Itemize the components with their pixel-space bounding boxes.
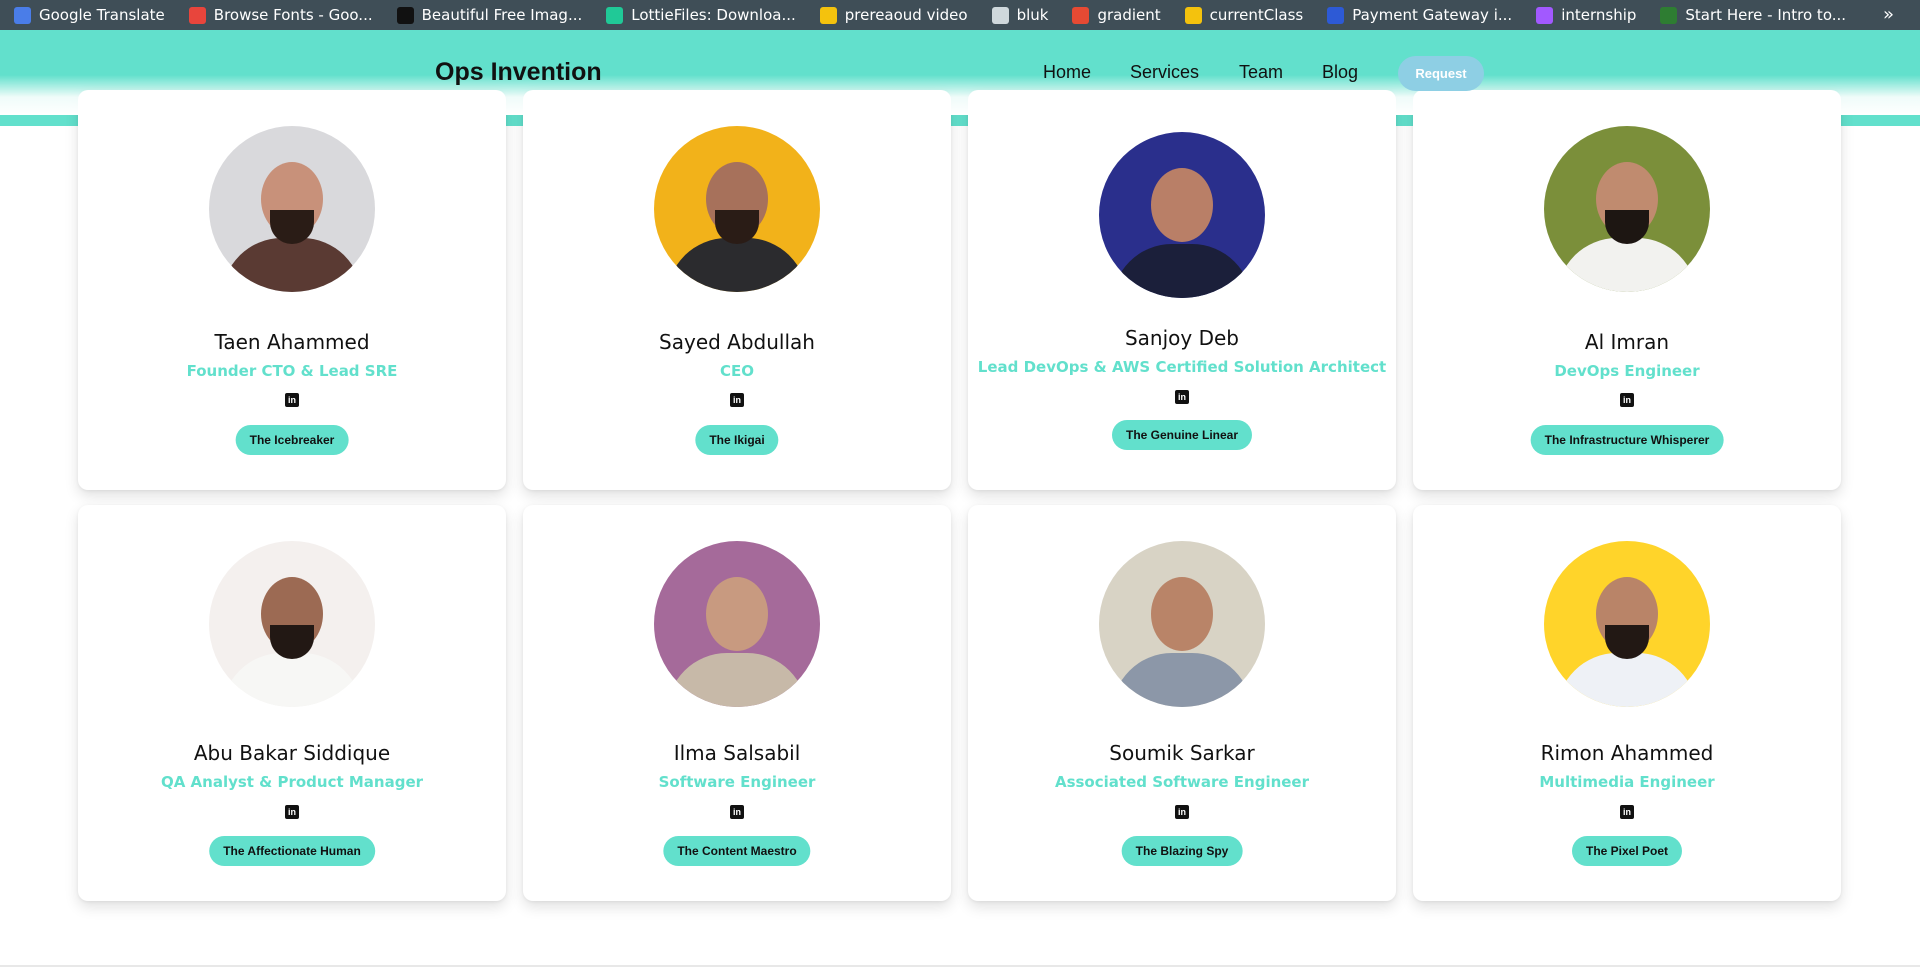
member-tag: The Pixel Poet <box>1571 836 1683 866</box>
bookmark-label: Payment Gateway i... <box>1352 6 1513 24</box>
bookmark-label: currentClass <box>1209 6 1304 24</box>
bookmark-label: LottieFiles: Downloa... <box>631 6 796 24</box>
team-card: Ilma Salsabil Software Engineer in The Cont… <box>523 505 951 901</box>
bookmark-label: Google Translate <box>39 6 165 24</box>
bookmark-label: Browse Fonts - Goo... <box>213 6 373 24</box>
member-name: Ilma Salsabil <box>673 741 801 765</box>
team-card: Taen Ahammed Founder CTO & Lead SRE in The … <box>78 90 506 490</box>
fonts-icon <box>188 6 206 24</box>
member-role: DevOps Engineer <box>1554 362 1700 380</box>
lottie-icon <box>606 6 624 24</box>
gradient-icon <box>1072 6 1090 24</box>
member-role: Associated Software Engineer <box>1054 773 1310 791</box>
member-photo <box>209 541 375 707</box>
member-photo <box>1544 126 1710 292</box>
member-name: Sanjoy Deb <box>1124 326 1239 350</box>
globe-icon <box>991 6 1009 24</box>
bookmark-item[interactable]: LottieFiles: Downloa... <box>606 6 796 24</box>
nav-team[interactable]: Team <box>1239 62 1283 83</box>
member-tag: The Blazing Spy <box>1121 836 1243 866</box>
brand-logo[interactable]: Ops Invention <box>435 58 602 87</box>
member-name: Abu Bakar Siddique <box>193 741 391 765</box>
nav-services[interactable]: Services <box>1130 62 1199 83</box>
member-tag: The Content Maestro <box>663 836 811 866</box>
member-tag: The Icebreaker <box>235 425 349 455</box>
member-photo <box>1099 541 1265 707</box>
payment-icon <box>1327 6 1345 24</box>
member-photo <box>654 126 820 292</box>
member-photo <box>1099 132 1265 298</box>
figma-icon <box>1536 6 1554 24</box>
member-name: Rimon Ahammed <box>1540 741 1714 765</box>
nav-blog[interactable]: Blog <box>1322 62 1358 83</box>
node-icon <box>1660 6 1678 24</box>
bookmark-item[interactable]: internship <box>1536 6 1636 24</box>
member-photo <box>209 126 375 292</box>
member-photo <box>654 541 820 707</box>
member-name: Taen Ahammed <box>214 330 370 354</box>
bookmark-item[interactable]: Start Here - Intro to... <box>1660 6 1846 24</box>
linkedin-icon[interactable]: in <box>1175 390 1189 404</box>
member-role: CEO <box>719 362 754 380</box>
bookmark-item[interactable]: Browse Fonts - Goo... <box>188 6 373 24</box>
member-tag: The Ikigai <box>695 425 779 455</box>
member-tag: The Infrastructure Whisperer <box>1530 425 1724 455</box>
bookmark-item[interactable]: Payment Gateway i... <box>1327 6 1512 24</box>
video-icon <box>819 6 837 24</box>
member-name: Soumik Sarkar <box>1109 741 1255 765</box>
member-name: Sayed Abdullah <box>659 330 815 354</box>
team-card: Al Imran DevOps Engineer in The Infrastruct… <box>1413 90 1841 490</box>
team-card: Rimon Ahammed Multimedia Engineer in The Pi… <box>1413 505 1841 901</box>
team-card: Soumik Sarkar Associated Software Enginee… <box>968 505 1396 901</box>
bookmark-label: Beautiful Free Imag... <box>421 6 583 24</box>
bookmark-item[interactable]: gradient <box>1072 6 1161 24</box>
team-card: Sanjoy Deb Lead DevOps & AWS Certified So… <box>968 90 1396 490</box>
bookmark-item[interactable]: Google Translate <box>14 6 165 24</box>
member-role: QA Analyst & Product Manager <box>160 773 424 791</box>
linkedin-icon[interactable]: in <box>730 393 744 407</box>
member-role: Founder CTO & Lead SRE <box>186 362 398 380</box>
linkedin-icon[interactable]: in <box>730 805 744 819</box>
bookmark-label: Start Here - Intro to... <box>1685 6 1847 24</box>
bookmarks-overflow-icon[interactable]: » <box>1883 4 1894 25</box>
bookmark-item[interactable]: prereaoud video <box>819 6 968 24</box>
team-card: Sayed Abdullah CEO in The Ikigai <box>523 90 951 490</box>
unsplash-icon <box>396 6 414 24</box>
member-photo <box>1544 541 1710 707</box>
bookmark-label: internship <box>1561 6 1637 24</box>
class-icon <box>1184 6 1202 24</box>
nav-home[interactable]: Home <box>1043 62 1091 83</box>
linkedin-icon[interactable]: in <box>285 393 299 407</box>
translate-icon <box>14 6 31 24</box>
bookmark-item[interactable]: currentClass <box>1184 6 1304 24</box>
linkedin-icon[interactable]: in <box>285 805 299 819</box>
team-card: Abu Bakar Siddique QA Analyst & Product M… <box>78 505 506 901</box>
request-button[interactable]: Request <box>1398 56 1484 91</box>
linkedin-icon[interactable]: in <box>1620 393 1634 407</box>
member-role: Software Engineer <box>658 773 816 791</box>
bookmark-item[interactable]: bluk <box>991 6 1049 24</box>
bookmark-label: prereaoud video <box>844 6 968 24</box>
bookmarks-bar: Google Translate Browse Fonts - Goo... Bea… <box>0 0 1920 30</box>
linkedin-icon[interactable]: in <box>1175 805 1189 819</box>
member-tag: The Genuine Linear <box>1111 420 1253 450</box>
linkedin-icon[interactable]: in <box>1620 805 1634 819</box>
bookmark-label: bluk <box>1016 6 1049 24</box>
member-tag: The Affectionate Human <box>209 836 375 866</box>
member-role: Multimedia Engineer <box>1539 773 1715 791</box>
member-name: Al Imran <box>1584 330 1670 354</box>
member-role: Lead DevOps & AWS Certified Solution Arc… <box>977 358 1387 376</box>
bookmark-label: gradient <box>1097 6 1161 24</box>
bookmark-item[interactable]: Beautiful Free Imag... <box>396 6 583 24</box>
